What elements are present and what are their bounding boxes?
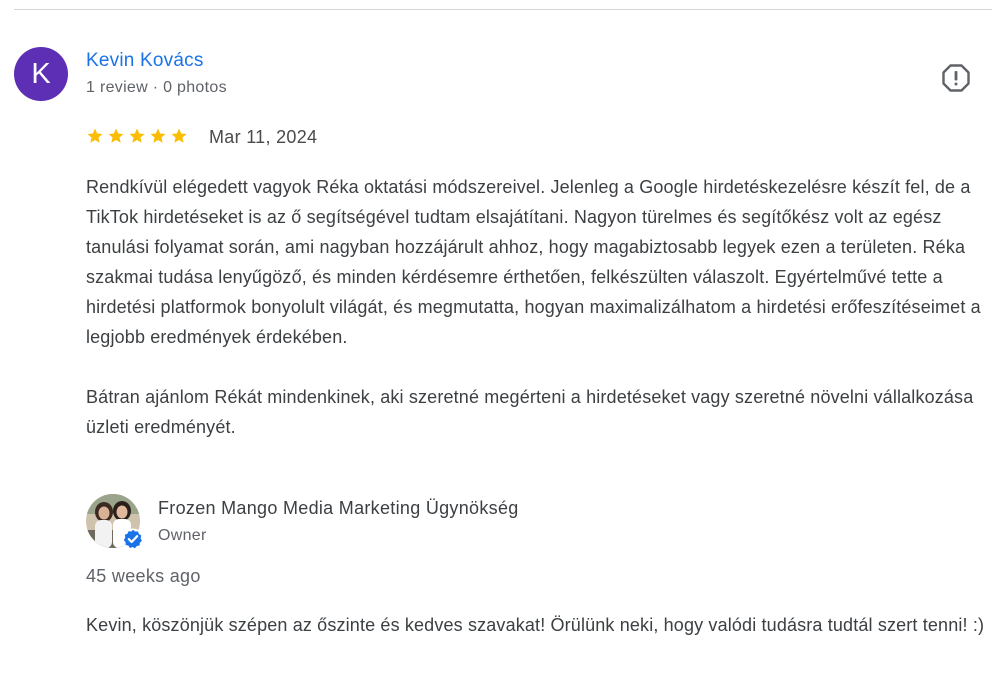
star-icon: [150, 128, 166, 143]
review-paragraph: Rendkívül elégedett vagyok Réka oktatási…: [86, 177, 981, 347]
verified-badge-icon: [122, 528, 144, 550]
star-icon: [87, 128, 103, 143]
owner-name: Frozen Mango Media Marketing Ügynökség: [158, 498, 519, 518]
owner-avatar[interactable]: [86, 494, 144, 550]
top-divider: [14, 9, 992, 10]
reviewer-meta: 1 review · 0 photos: [86, 79, 227, 96]
star-rating: [86, 127, 188, 145]
reviewer-name[interactable]: Kevin Kovács: [86, 50, 204, 72]
report-review-button[interactable]: [940, 62, 972, 94]
star-icon: [129, 128, 145, 143]
review-date: Mar 11, 2024: [209, 127, 318, 147]
star-icon: [171, 128, 187, 143]
reply-text: Kevin, köszönjük szépen az őszinte és ke…: [86, 615, 985, 635]
review-paragraph: Bátran ajánlom Rékát mindenkinek, aki sz…: [86, 387, 974, 437]
owner-role: Owner: [158, 527, 207, 544]
star-icon: [108, 128, 124, 143]
reply-date: 45 weeks ago: [86, 566, 201, 586]
report-flag-icon: [942, 64, 970, 92]
reviewer-avatar[interactable]: K: [14, 47, 68, 101]
review-text: Rendkívül elégedett vagyok Réka oktatási…: [86, 172, 986, 442]
